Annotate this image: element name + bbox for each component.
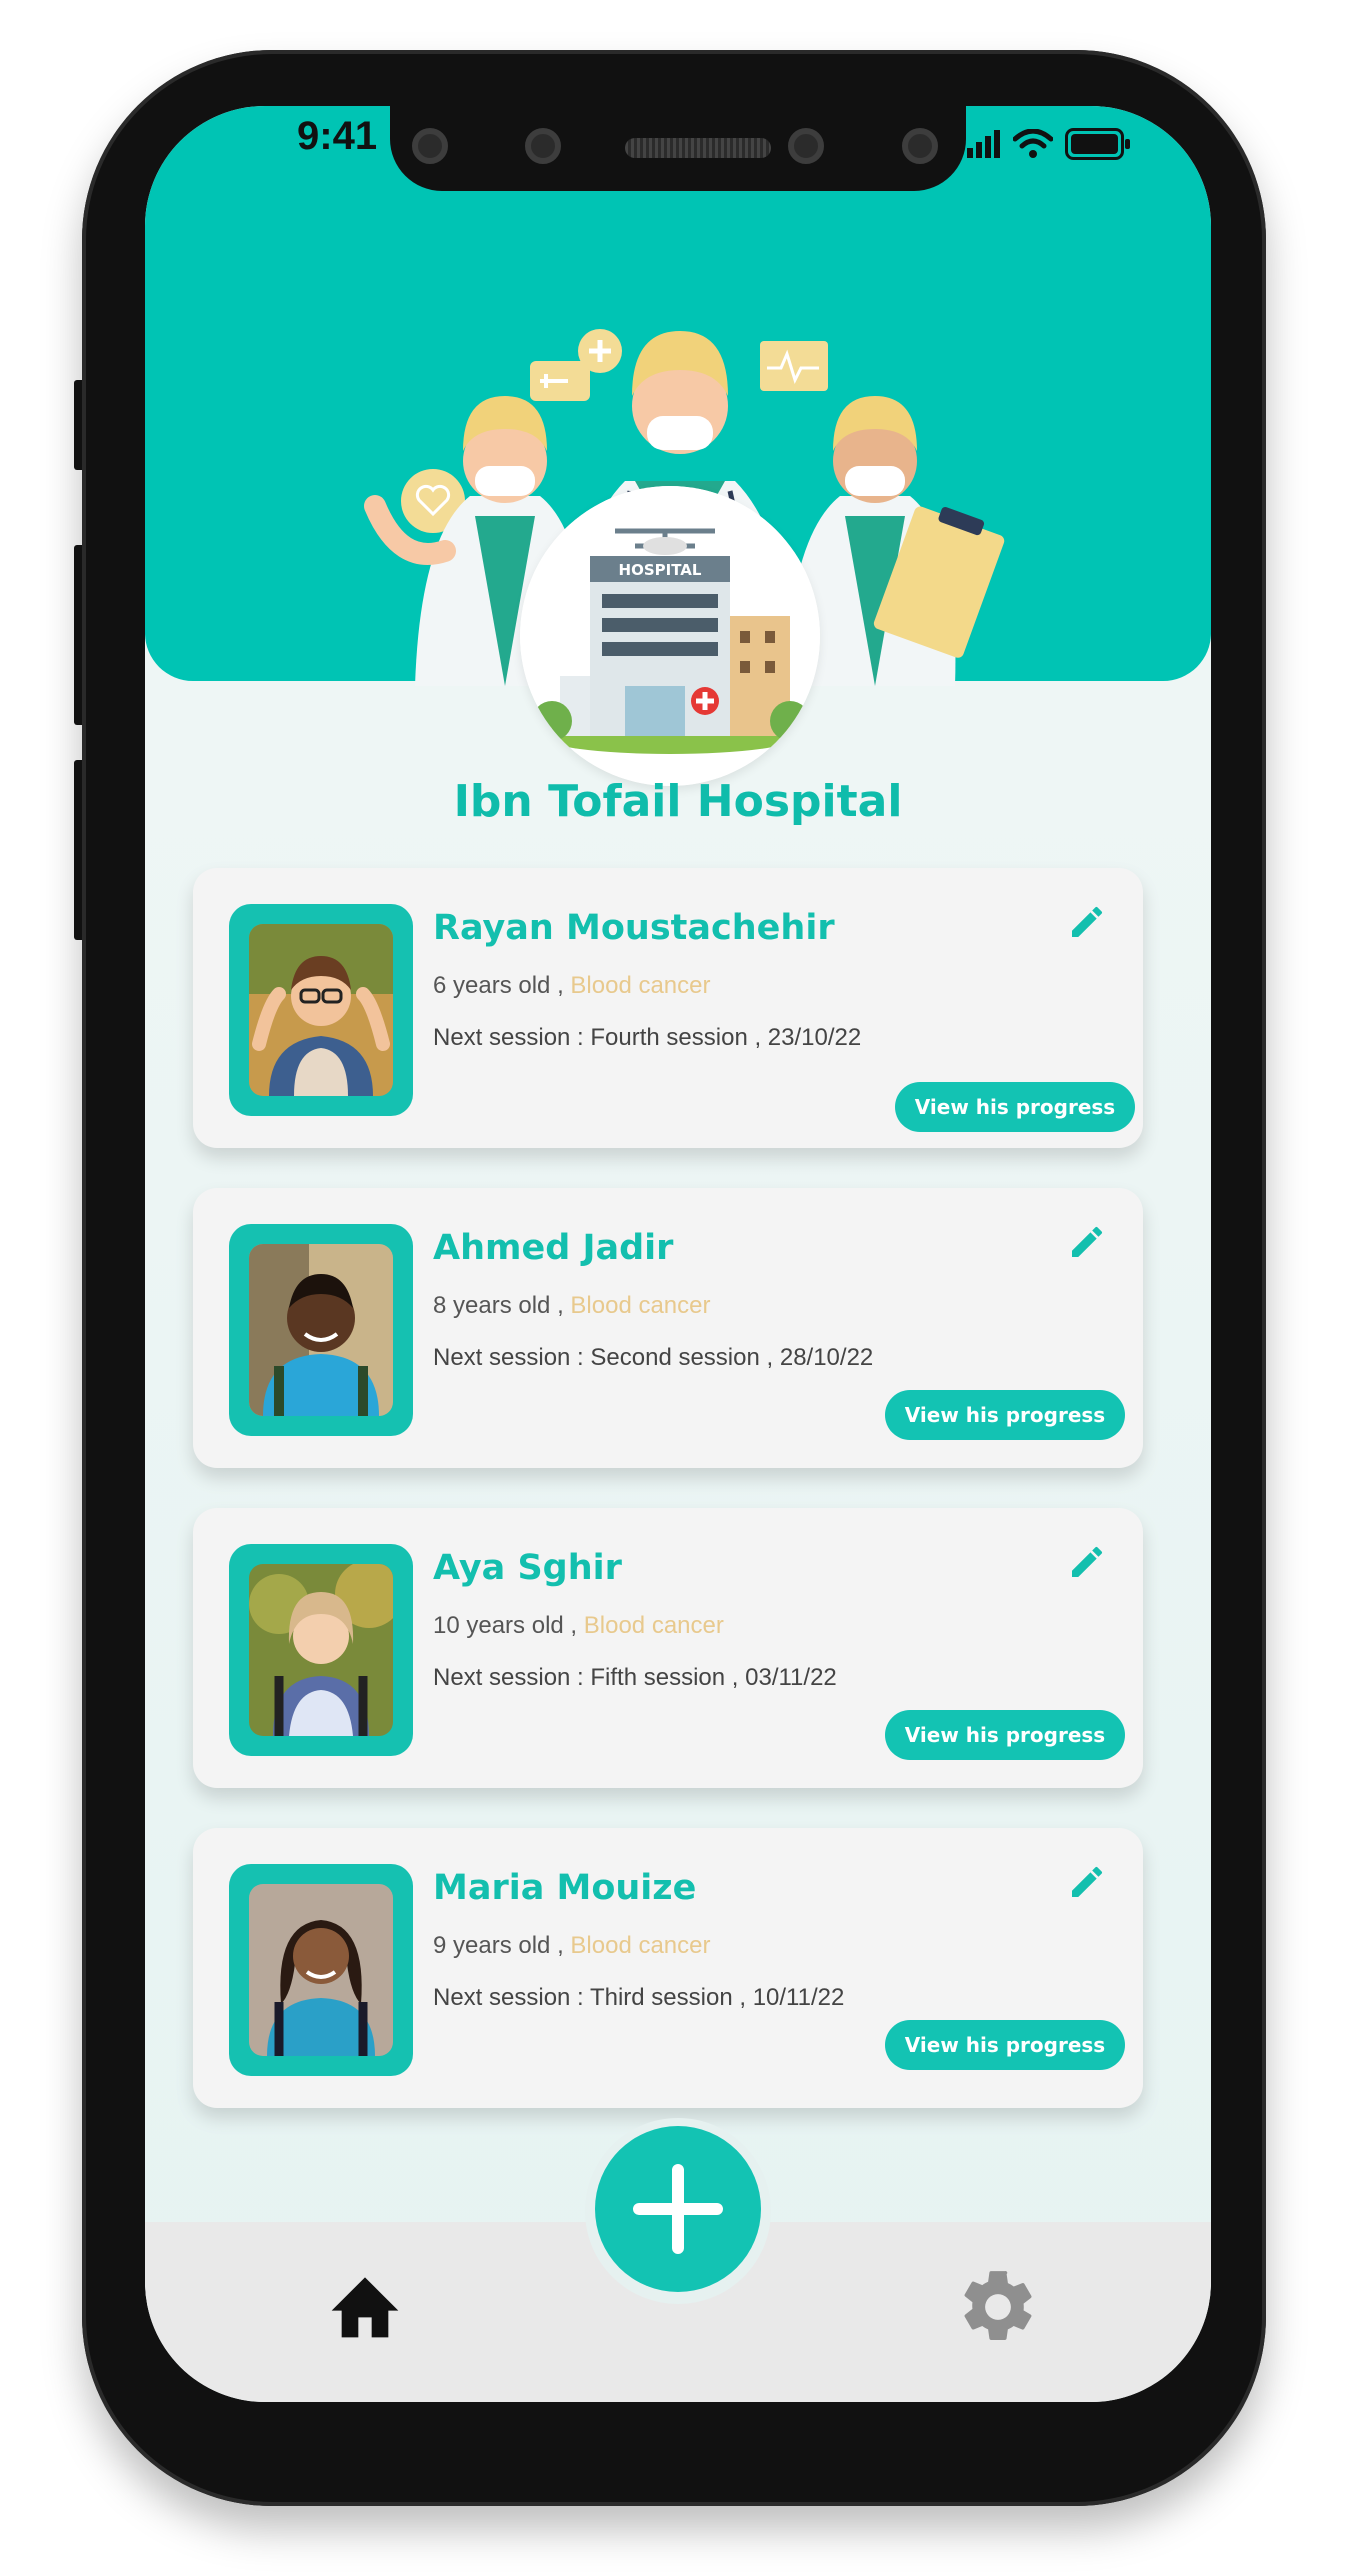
patient-diagnosis: Blood cancer xyxy=(583,1612,724,1639)
volume-down-button xyxy=(74,760,82,940)
status-time: 9:41 xyxy=(297,114,378,158)
patient-age: 10 years old , xyxy=(433,1612,578,1639)
patient-photo xyxy=(249,1244,393,1416)
patient-info: 9 years old , Blood cancer xyxy=(433,1932,711,1960)
patient-diagnosis: Blood cancer xyxy=(570,1932,711,1959)
patient-info: 8 years old , Blood cancer xyxy=(433,1292,711,1320)
app-screen: HOSPITAL Ibn Tofail Hospital Rayan Moust… xyxy=(145,106,1211,2402)
view-progress-button[interactable]: View his progress xyxy=(885,1390,1125,1440)
patient-card[interactable]: Ahmed Jadir 8 years old , Blood cancer N… xyxy=(193,1188,1143,1468)
patient-age: 6 years old , xyxy=(433,972,564,999)
hospital-sign-text: HOSPITAL xyxy=(619,561,702,579)
view-progress-button[interactable]: View his progress xyxy=(895,1082,1135,1132)
view-progress-button[interactable]: View his progress xyxy=(885,2020,1125,2070)
patient-photo xyxy=(249,1564,393,1736)
patient-photo-frame xyxy=(229,904,413,1116)
wifi-icon xyxy=(1013,129,1053,158)
patient-card[interactable]: Maria Mouize 9 years old , Blood cancer … xyxy=(193,1828,1143,2108)
mute-switch xyxy=(74,380,82,470)
phone-notch xyxy=(390,106,966,191)
edit-icon[interactable] xyxy=(1067,902,1107,942)
patient-name: Ahmed Jadir xyxy=(433,1228,674,1268)
patient-photo-frame xyxy=(229,1544,413,1756)
patient-photo-frame xyxy=(229,1224,413,1436)
sensor-dot xyxy=(525,128,561,164)
status-icons xyxy=(967,124,1131,164)
patient-photo xyxy=(249,924,393,1096)
hospital-logo: HOSPITAL xyxy=(520,486,820,786)
sensor-dot xyxy=(788,128,824,164)
patient-name: Maria Mouize xyxy=(433,1868,697,1908)
patient-info: 6 years old , Blood cancer xyxy=(433,972,711,1000)
patient-diagnosis: Blood cancer xyxy=(570,1292,711,1319)
hospital-name: Ibn Tofail Hospital xyxy=(453,776,903,827)
battery-icon xyxy=(1065,128,1130,160)
patient-diagnosis: Blood cancer xyxy=(570,972,711,999)
edit-icon[interactable] xyxy=(1067,1862,1107,1902)
volume-up-button xyxy=(74,545,82,725)
patient-card[interactable]: Rayan Moustachehir 6 years old , Blood c… xyxy=(193,868,1143,1148)
edit-icon[interactable] xyxy=(1067,1222,1107,1262)
view-progress-button[interactable]: View his progress xyxy=(885,1710,1125,1760)
home-icon[interactable] xyxy=(325,2266,405,2342)
next-session: Next session : Fifth session , 03/11/22 xyxy=(433,1664,837,1691)
patient-info: 10 years old , Blood cancer xyxy=(433,1612,724,1640)
signal-icon xyxy=(967,130,1000,158)
patient-photo-frame xyxy=(229,1864,413,2076)
patient-age: 9 years old , xyxy=(433,1932,564,1959)
plus-icon xyxy=(633,2164,723,2254)
next-session: Next session : Third session , 10/11/22 xyxy=(433,1984,845,2011)
patient-name: Aya Sghir xyxy=(433,1548,622,1588)
next-session: Next session : Fourth session , 23/10/22 xyxy=(433,1024,862,1051)
camera-dot xyxy=(902,128,938,164)
patient-name: Rayan Moustachehir xyxy=(433,908,835,948)
gear-icon[interactable] xyxy=(955,2264,1041,2350)
patient-card[interactable]: Aya Sghir 10 years old , Blood cancer Ne… xyxy=(193,1508,1143,1788)
camera-dot xyxy=(412,128,448,164)
add-patient-button[interactable] xyxy=(595,2126,761,2292)
patient-photo xyxy=(249,1884,393,2056)
edit-icon[interactable] xyxy=(1067,1542,1107,1582)
earpiece-speaker xyxy=(625,138,771,158)
patient-age: 8 years old , xyxy=(433,1292,564,1319)
next-session: Next session : Second session , 28/10/22 xyxy=(433,1344,874,1371)
